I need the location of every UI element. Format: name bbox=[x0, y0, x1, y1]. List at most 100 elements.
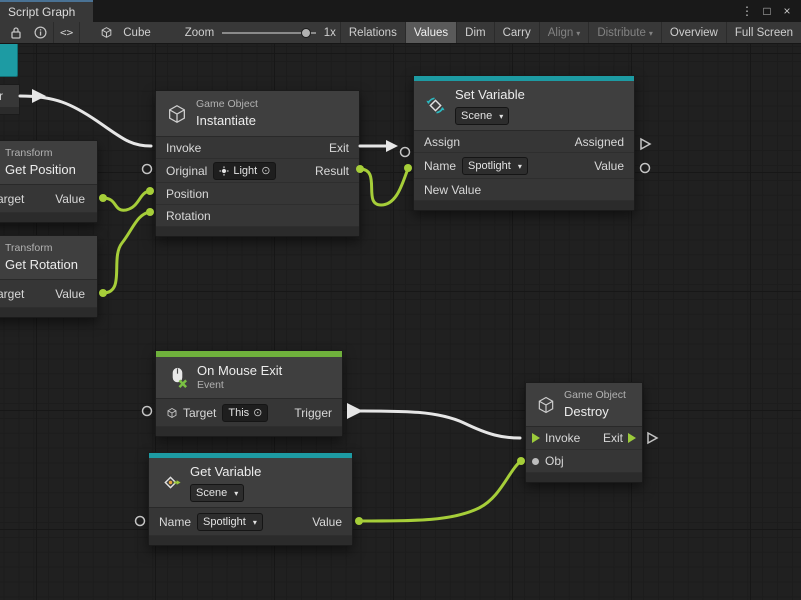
node-footer bbox=[0, 308, 97, 317]
zoom-slider-knob[interactable] bbox=[301, 28, 311, 38]
graph-toolbar: <> Cube Zoom 1x Relations Values Dim Car… bbox=[0, 22, 801, 44]
port-value: Value bbox=[55, 192, 87, 206]
port-result: Result bbox=[315, 164, 349, 178]
align-dropdown[interactable]: Align▾ bbox=[540, 22, 589, 43]
chevron-down-icon: ▾ bbox=[649, 29, 653, 38]
port-invoke: Invoke bbox=[545, 431, 580, 445]
getvariable-name-port[interactable] bbox=[136, 517, 145, 526]
setvariable-input-port-dot[interactable] bbox=[404, 164, 412, 172]
graph-canvas[interactable]: r Transform Get Position Target Value bbox=[0, 44, 801, 600]
zoom-value: 1x bbox=[320, 27, 340, 39]
node-title: On Mouse Exit bbox=[197, 362, 282, 380]
port-invoke: Invoke bbox=[166, 141, 201, 155]
unity-script-graph-window: Script Graph ⋮ □ × <> Cube Zoom 1x bbox=[0, 0, 801, 600]
instantiate-original-port[interactable] bbox=[143, 165, 152, 174]
node-footer bbox=[156, 427, 342, 436]
object-picker-icon[interactable]: ⊙ bbox=[261, 164, 270, 178]
node-subtitle: Event bbox=[197, 379, 282, 393]
node-footer bbox=[0, 107, 19, 114]
port-new-value: New Value bbox=[424, 183, 481, 197]
trigger-port-arrow[interactable] bbox=[347, 403, 363, 419]
exit-port-arrow-icon[interactable] bbox=[628, 433, 636, 443]
port-name: Name bbox=[159, 515, 191, 529]
chevron-down-icon: ▾ bbox=[499, 110, 503, 124]
edit-graph-source-icon[interactable]: <> bbox=[54, 22, 79, 43]
port-assigned: Assigned bbox=[575, 135, 624, 149]
target-object-label: Cube bbox=[119, 27, 155, 39]
node-instantiate[interactable]: Game Object Instantiate Invoke Exit Orig… bbox=[155, 90, 360, 237]
window-controls: ⋮ □ × bbox=[739, 0, 801, 22]
node-footer bbox=[526, 473, 642, 482]
invoke-port-arrow-icon[interactable] bbox=[532, 433, 540, 443]
destroy-exit-port[interactable] bbox=[648, 433, 657, 443]
original-object-field[interactable]: Light ⊙ bbox=[213, 162, 276, 180]
values-button[interactable]: Values bbox=[406, 22, 456, 43]
offscreen-node-port-fragment[interactable]: r bbox=[0, 84, 20, 115]
node-title: Destroy bbox=[564, 403, 626, 421]
object-field-label: Light bbox=[233, 164, 257, 178]
relations-button[interactable]: Relations bbox=[341, 22, 405, 43]
variable-scope-dropdown[interactable]: Scene ▾ bbox=[190, 484, 244, 502]
port-target: Target bbox=[183, 406, 216, 420]
offscreen-node-header-fragment[interactable] bbox=[0, 44, 18, 77]
window-close-icon[interactable]: × bbox=[779, 4, 795, 18]
game-object-cube-icon bbox=[536, 395, 556, 415]
port-target: Target bbox=[0, 192, 24, 206]
instantiate-rotation-port-dot[interactable] bbox=[146, 208, 154, 216]
variable-scope-dropdown[interactable]: Scene ▾ bbox=[455, 107, 509, 125]
node-get-rotation[interactable]: Transform Get Rotation Target Value bbox=[0, 235, 98, 318]
getrotation-value-port-dot[interactable] bbox=[99, 289, 107, 297]
node-title: Instantiate bbox=[196, 112, 258, 130]
setvariable-assign-port[interactable] bbox=[401, 148, 410, 157]
node-category: Game Object bbox=[564, 389, 626, 403]
port-assign: Assign bbox=[424, 135, 460, 149]
node-footer bbox=[414, 201, 634, 210]
distribute-dropdown[interactable]: Distribute▾ bbox=[589, 22, 661, 43]
node-title: Get Position bbox=[5, 161, 76, 179]
zoom-slider[interactable] bbox=[222, 27, 316, 39]
wire-getvariable-value-to-destroy-obj bbox=[359, 461, 521, 521]
node-title: Set Variable bbox=[455, 86, 525, 104]
instantiate-position-port-dot[interactable] bbox=[146, 187, 154, 195]
dim-button[interactable]: Dim bbox=[457, 22, 493, 43]
zoom-label: Zoom bbox=[181, 27, 218, 39]
setvariable-assigned-port[interactable] bbox=[641, 139, 650, 149]
port-name: Name bbox=[424, 159, 456, 173]
target-object-field[interactable]: This ⊙ bbox=[222, 404, 268, 422]
carry-button[interactable]: Carry bbox=[495, 22, 539, 43]
wire-arrowhead bbox=[32, 89, 46, 103]
overview-button[interactable]: Overview bbox=[662, 22, 726, 43]
window-maximize-icon[interactable]: □ bbox=[759, 4, 775, 18]
getvariable-value-port-dot[interactable] bbox=[355, 517, 363, 525]
window-menu-icon[interactable]: ⋮ bbox=[739, 4, 755, 18]
getposition-value-port-dot[interactable] bbox=[99, 194, 107, 202]
obj-port-dot-icon[interactable] bbox=[532, 458, 539, 465]
port-target: Target bbox=[0, 287, 24, 301]
object-picker-icon[interactable]: ⊙ bbox=[253, 406, 262, 420]
port-obj: Obj bbox=[545, 454, 564, 468]
tab-script-graph[interactable]: Script Graph bbox=[0, 0, 93, 22]
node-footer bbox=[0, 213, 97, 222]
variable-name-dropdown[interactable]: Spotlight ▾ bbox=[462, 157, 528, 175]
setvariable-value-port[interactable] bbox=[641, 164, 650, 173]
lock-icon[interactable] bbox=[4, 22, 28, 43]
node-destroy[interactable]: Game Object Destroy Invoke Exit Obj bbox=[525, 382, 643, 483]
node-get-position[interactable]: Transform Get Position Target Value bbox=[0, 140, 98, 223]
mouseexit-target-port[interactable] bbox=[143, 407, 152, 416]
node-set-variable[interactable]: Set Variable Scene ▾ Assign Assigned Nam… bbox=[413, 75, 635, 211]
port-value: Value bbox=[55, 287, 87, 301]
port-trigger: Trigger bbox=[294, 406, 332, 420]
wire-offscreen-event-to-instantiate-invoke bbox=[20, 96, 151, 146]
node-category: Game Object bbox=[196, 98, 258, 112]
node-get-variable[interactable]: Get Variable Scene ▾ Name Spotlight ▾ Va… bbox=[148, 452, 353, 546]
variable-name-dropdown[interactable]: Spotlight ▾ bbox=[197, 513, 263, 531]
target-cube-icon bbox=[94, 22, 119, 43]
fullscreen-button[interactable]: Full Screen bbox=[727, 22, 801, 43]
tab-title: Script Graph bbox=[8, 5, 75, 19]
wire-getposition-value-to-instantiate-position bbox=[103, 191, 150, 210]
wire-getrotation-value-to-instantiate-rotation bbox=[103, 212, 150, 293]
destroy-obj-port-dot[interactable] bbox=[517, 457, 525, 465]
node-title: Get Rotation bbox=[5, 256, 78, 274]
info-icon[interactable] bbox=[28, 22, 53, 43]
node-on-mouse-exit[interactable]: On Mouse Exit Event Target This ⊙ Trigge… bbox=[155, 350, 343, 437]
